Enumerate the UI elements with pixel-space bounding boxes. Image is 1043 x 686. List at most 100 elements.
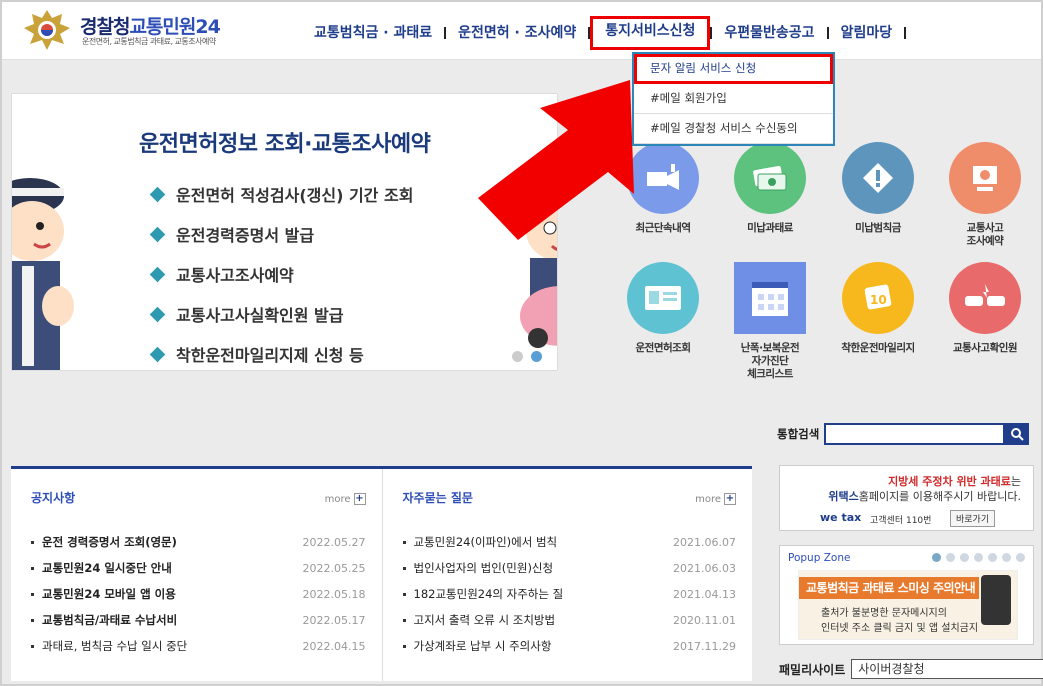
bullet-icon: [31, 540, 34, 544]
bullet-icon: [402, 618, 406, 622]
search-button[interactable]: [1005, 423, 1030, 445]
wetax-tel: 고객센터 110번: [870, 516, 932, 526]
faq-row[interactable]: 182교통민원24의 자주하는 질 2021.04.13: [402, 581, 736, 607]
pager-dot[interactable]: [946, 553, 955, 562]
quick-label: 교통사고 조사예약: [966, 222, 1004, 247]
notice-row[interactable]: 교통범칙금/과태료 수납서비 2022.05.17: [31, 607, 366, 633]
notice-row[interactable]: 교통민원24 모바일 앱 이용 2022.05.18: [31, 581, 366, 607]
quick-license-lookup[interactable]: 운전면허조회: [613, 262, 713, 355]
notice-row-date: 2022.05.27: [302, 535, 366, 549]
notice-title[interactable]: 공지사항: [31, 489, 366, 506]
plus-icon: +: [353, 493, 366, 505]
quick-label: 착한운전마일리지: [841, 342, 915, 354]
quick-accident-certificate[interactable]: 교통사고확인원: [935, 262, 1035, 355]
smishing-warning-banner[interactable]: 교통범칙금 과태료 스미싱 주의안내 출처가 불분명한 문자메시지의 인터넷 주…: [798, 570, 1018, 640]
computer-icon: [949, 142, 1021, 214]
plus-icon: +: [724, 493, 736, 505]
faq-row-date: 2021.06.03: [673, 561, 736, 575]
nav-separator: [904, 27, 907, 39]
faq-row-date: 2020.11.01: [673, 613, 736, 627]
nav-notice-board[interactable]: 알림마당: [829, 18, 905, 48]
wetax-text: 는: [1010, 475, 1021, 488]
pager-dot[interactable]: [988, 553, 997, 562]
diamond-bullet-icon: [149, 346, 166, 362]
notice-row-date: 2022.05.18: [302, 587, 366, 601]
pager-dot[interactable]: [960, 553, 969, 562]
wetax-text: 홈페이지를 이용해주시기 바랍니다.: [858, 490, 1021, 503]
pager-dot[interactable]: [512, 351, 523, 362]
wetax-logo: we tax: [820, 511, 862, 524]
nav-license[interactable]: 운전면허 · 조사예약: [446, 18, 588, 48]
faq-row-text: 법인사업자의 법인(민원)신청: [413, 561, 554, 575]
popup-zone: Popup Zone 교통범칙금 과태료 스미싱 주의안내 출처가 불분명한 문…: [779, 545, 1034, 645]
quick-road-rage-checklist[interactable]: 난폭·보복운전 자가진단 체크리스트: [720, 262, 820, 381]
warning-icon: [842, 142, 914, 214]
banner-item: 교통사고사실확인원 발급: [149, 294, 413, 334]
notice-row[interactable]: 과태료, 범칙금 수납 일시 중단 2022.04.15: [31, 633, 366, 659]
bullet-icon: [402, 540, 406, 544]
banner-item: 운전경력증명서 발급: [149, 214, 413, 254]
pager-dot-active[interactable]: [932, 553, 941, 562]
faq-row[interactable]: 가상계좌로 납부 시 주의사항 2017.11.29: [402, 633, 736, 659]
bullet-icon: [402, 644, 406, 648]
notice-row[interactable]: 교통민원24 일시중단 안내 2022.05.25: [31, 555, 366, 581]
notice-row[interactable]: 운전 경력증명서 조회(영문) 2022.05.27: [31, 529, 366, 555]
search-input[interactable]: [824, 423, 1006, 445]
police-character-left-illustration: [12, 178, 74, 370]
faq-row[interactable]: 법인사업자의 법인(민원)신청 2021.06.03: [402, 555, 736, 581]
notice-list: 운전 경력증명서 조회(영문) 2022.05.27 교통민원24 일시중단 안내…: [31, 529, 366, 659]
main-nav: 교통범칙금 · 과태료 운전면허 · 조사예약 통지서비스신청 우편물반송공고 …: [302, 16, 907, 50]
notice-row-text: 교통민원24 일시중단 안내: [42, 561, 172, 575]
diamond-bullet-icon: [149, 186, 166, 202]
quick-label: 미납과태료: [747, 222, 793, 234]
diamond-bullet-icon: [149, 226, 166, 242]
integrated-search: 통합검색: [777, 423, 1030, 445]
logo-title-sub: 교통민원24: [129, 16, 220, 38]
notice-more-link[interactable]: more +: [325, 493, 366, 505]
bullet-icon: [31, 618, 34, 622]
wetax-highlight: 위택스: [828, 490, 859, 503]
quick-safe-driving-mileage[interactable]: 10 착한운전마일리지: [828, 262, 928, 355]
pager-dot-active[interactable]: [531, 351, 542, 362]
wetax-go-button[interactable]: 바로가기: [950, 510, 996, 527]
search-label: 통합검색: [777, 427, 820, 441]
popup-zone-title: Popup Zone: [788, 552, 851, 564]
more-label: more: [324, 493, 351, 505]
banner-item: 교통사고조사예약: [149, 254, 413, 294]
quick-label: 운전면허조회: [635, 342, 691, 354]
bullet-icon: [31, 592, 34, 596]
faq-row[interactable]: 교통민원24(이파인)에서 범칙 2021.06.07: [402, 529, 736, 555]
quick-unpaid-penalty[interactable]: 미납범칙금: [828, 142, 928, 235]
faq-row-text: 고지서 출력 오류 시 조치방법: [413, 613, 556, 627]
popup-banner-text: 출처가 불분명한 문자메시지의: [821, 608, 947, 619]
wetax-banner[interactable]: 지방세 주정차 위반 과태료는 위택스홈페이지를 이용해주시기 바랍니다. we…: [779, 465, 1034, 531]
faq-title[interactable]: 자주묻는 질문: [403, 489, 737, 506]
quick-unpaid-fines[interactable]: 미납과태료: [720, 142, 820, 235]
nav-notification-service[interactable]: 통지서비스신청: [590, 16, 711, 50]
faq-more-link[interactable]: more +: [695, 493, 736, 505]
logo-title-main: 경찰청: [80, 16, 130, 38]
pager-dot[interactable]: [1002, 553, 1011, 562]
diamond-bullet-icon: [149, 306, 166, 322]
nav-fines[interactable]: 교통범칙금 · 과태료: [302, 18, 444, 48]
faq-row-text: 가상계좌로 납부 시 주의사항: [413, 639, 552, 653]
nav-returned-mail[interactable]: 우편물반송공고: [712, 18, 826, 48]
quick-accident-reservation[interactable]: 교통사고 조사예약: [935, 142, 1035, 248]
smartphone-icon: [981, 575, 1011, 625]
family-site-select[interactable]: 사이버경찰청: [851, 659, 1043, 679]
dropdown-email-consent[interactable]: #메일 경찰청 서비스 수신동의: [634, 114, 833, 144]
faq-row-date: 2017.11.29: [673, 639, 736, 653]
banner-item-text: 교통사고사실확인원 발급: [176, 306, 344, 325]
family-site-label: 패밀리사이트: [779, 662, 846, 677]
faq-row[interactable]: 고지서 출력 오류 시 조치방법 2020.11.01: [402, 607, 736, 633]
faq-board: 자주묻는 질문 more + 교통민원24(이파인)에서 범칙 2021.06.07…: [381, 469, 753, 681]
pager-dot[interactable]: [974, 553, 983, 562]
pager-dot[interactable]: [1016, 553, 1025, 562]
car-crash-icon: [949, 262, 1021, 334]
dropdown-sms-service[interactable]: 문자 알림 서비스 신청: [634, 54, 833, 84]
faq-row-text: 182교통민원24의 자주하는 질: [413, 587, 564, 601]
quick-label: 교통사고확인원: [952, 342, 1018, 354]
notice-row-date: 2022.05.17: [302, 613, 366, 627]
site-logo[interactable]: 경찰청교통민원24 운전면허, 교통범칙금 과태료, 교통조사예약: [22, 8, 272, 52]
dropdown-email-signup[interactable]: #메일 회원가입: [634, 84, 833, 114]
